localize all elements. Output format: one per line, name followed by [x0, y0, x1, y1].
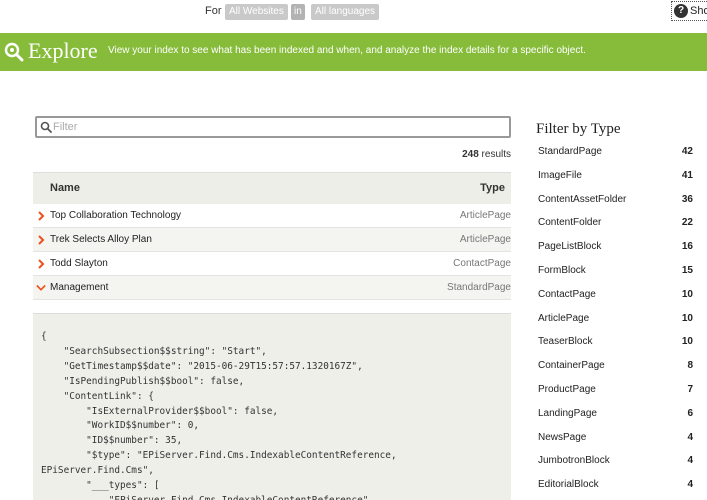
type-filter-label[interactable]: TeaserBlock: [538, 336, 592, 347]
filter-input[interactable]: [53, 119, 503, 135]
row-name[interactable]: Trek Selects Alloy Plan: [50, 234, 152, 245]
results-count: 248 results: [462, 149, 511, 160]
chevron-right-icon[interactable]: [36, 234, 46, 246]
results-label: results: [481, 149, 511, 160]
type-filter-count: 4: [687, 431, 693, 443]
type-filter-item[interactable]: NewsPage 4: [538, 432, 693, 448]
type-filter-item[interactable]: ContentFolder 22: [538, 217, 693, 233]
type-filter-label[interactable]: FormBlock: [538, 265, 586, 276]
row-name[interactable]: Todd Slayton: [50, 258, 108, 269]
chevron-right-icon[interactable]: [36, 210, 46, 222]
page-description: View your index to see what has been ind…: [108, 45, 586, 56]
for-label: For: [205, 5, 222, 17]
type-filter-count: 15: [681, 265, 693, 276]
explore-magnifier-icon: [4, 42, 24, 62]
type-filter-count: 8: [687, 360, 693, 372]
filter-box[interactable]: [35, 116, 511, 138]
type-filter-label[interactable]: ContactPage: [538, 289, 596, 300]
type-filter-item[interactable]: ImageFile 41: [538, 170, 693, 186]
json-detail-panel: { "SearchSubsection$$string": "Start", "…: [33, 313, 511, 500]
chevron-down-icon[interactable]: [36, 282, 46, 294]
type-filter-item[interactable]: LandingPage 6: [538, 408, 693, 424]
table-row-expanded[interactable]: Management StandardPage: [33, 276, 511, 300]
type-filter-item[interactable]: TeaserBlock 10: [538, 336, 693, 352]
show-help-button[interactable]: ? Sho: [671, 1, 707, 21]
question-icon: ?: [674, 4, 688, 18]
top-bar: For All Websites in All languages ? Sho: [0, 0, 707, 32]
table-row[interactable]: Top Collaboration Technology ArticlePage: [33, 204, 511, 228]
type-filter-label[interactable]: NewsPage: [538, 432, 586, 443]
type-filter-item[interactable]: JumbotronBlock 4: [538, 455, 693, 471]
type-filter-item[interactable]: ContentAssetFolder 36: [538, 194, 693, 210]
page-title: Explore: [28, 38, 98, 63]
chevron-right-icon[interactable]: [36, 258, 46, 270]
table-row[interactable]: Trek Selects Alloy Plan ArticlePage: [33, 228, 511, 252]
type-filter-item[interactable]: PageListBlock 16: [538, 241, 693, 257]
row-type: StandardPage: [447, 282, 511, 293]
row-type: ArticlePage: [459, 210, 511, 221]
type-filter-label[interactable]: ProductPage: [538, 384, 596, 395]
type-filter-label[interactable]: JumbotronBlock: [538, 455, 610, 466]
search-icon: [40, 121, 52, 133]
type-filter-count: 10: [681, 288, 693, 300]
row-name[interactable]: Management: [50, 282, 108, 293]
language-selector[interactable]: All languages: [311, 4, 380, 20]
type-filter-count: 16: [681, 241, 693, 253]
table-row[interactable]: Todd Slayton ContactPage: [33, 252, 511, 276]
type-filter-label[interactable]: ArticlePage: [538, 313, 589, 324]
website-selector[interactable]: All Websites: [225, 4, 288, 20]
in-label: in: [291, 4, 305, 20]
type-filter-count: 36: [681, 193, 693, 205]
sidebar-title: Filter by Type: [536, 121, 621, 137]
row-type: ContactPage: [453, 258, 511, 269]
type-filter-item[interactable]: EditorialBlock 4: [538, 479, 693, 495]
type-filter-label[interactable]: EditorialBlock: [538, 479, 599, 490]
type-filter-label[interactable]: StandardPage: [538, 146, 602, 157]
type-filter-label[interactable]: ImageFile: [538, 170, 582, 181]
type-filter-count: 41: [681, 169, 693, 181]
results-table-header: Name Type: [33, 172, 511, 204]
column-header-type[interactable]: Type: [480, 182, 505, 194]
explore-banner: Explore View your index to see what has …: [0, 33, 707, 71]
type-filter-item[interactable]: ArticlePage 10: [538, 313, 693, 329]
show-help-label: Sho: [690, 5, 707, 17]
results-number: 248: [462, 149, 479, 160]
type-filter-label[interactable]: ContentAssetFolder: [538, 194, 626, 205]
row-type: ArticlePage: [459, 234, 511, 245]
type-filter-count: 4: [687, 455, 693, 467]
type-filter-count: 42: [681, 146, 693, 157]
type-filter-label[interactable]: PageListBlock: [538, 241, 601, 252]
type-filter-item[interactable]: FormBlock 15: [538, 265, 693, 281]
type-filter-label[interactable]: ContainerPage: [538, 360, 605, 371]
column-header-name[interactable]: Name: [50, 182, 80, 194]
type-filter-item[interactable]: ProductPage 7: [538, 384, 693, 400]
type-filter-label[interactable]: LandingPage: [538, 408, 597, 419]
type-filter-count: 6: [687, 407, 693, 419]
type-filter-item[interactable]: ContactPage 10: [538, 289, 693, 305]
type-filter-count: 10: [681, 312, 693, 324]
type-filter-count: 7: [687, 384, 693, 395]
type-filter-label[interactable]: ContentFolder: [538, 217, 601, 228]
type-filter-item[interactable]: StandardPage 42: [538, 146, 693, 162]
type-filter-count: 10: [681, 336, 693, 348]
json-detail-text: { "SearchSubsection$$string": "Start", "…: [41, 331, 397, 500]
type-filter-count: 4: [687, 479, 693, 491]
row-name[interactable]: Top Collaboration Technology: [50, 210, 181, 221]
type-filter-item[interactable]: ContainerPage 8: [538, 360, 693, 376]
type-filter-count: 22: [681, 217, 693, 229]
